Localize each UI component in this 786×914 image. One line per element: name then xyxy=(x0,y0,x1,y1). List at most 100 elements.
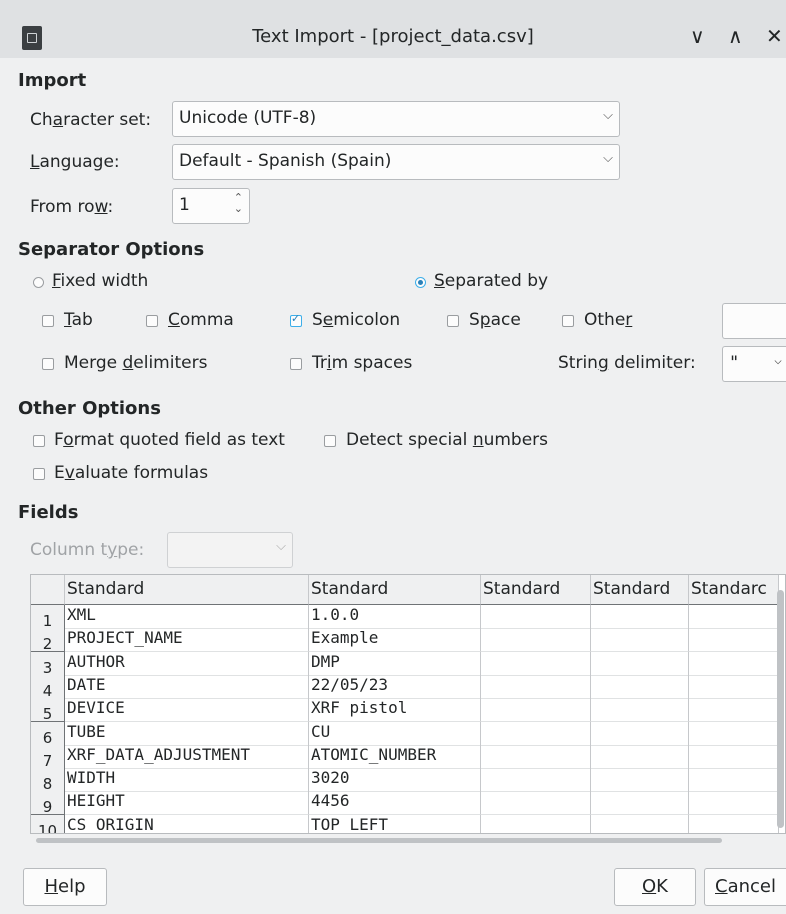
grid-cell[interactable] xyxy=(591,768,689,793)
grid-cell[interactable] xyxy=(689,651,779,676)
grid-cell[interactable] xyxy=(689,628,779,653)
column-header[interactable]: Standard xyxy=(591,575,689,605)
grid-cell[interactable]: 4456 xyxy=(309,791,481,816)
row-number: 2 xyxy=(31,628,65,653)
grid-cell[interactable] xyxy=(481,628,591,653)
fixed-width-radio[interactable] xyxy=(33,277,44,288)
grid-cell[interactable] xyxy=(689,605,779,629)
grid-cell[interactable] xyxy=(591,651,689,676)
tab-label[interactable]: Tab xyxy=(64,310,93,330)
grid-cell[interactable] xyxy=(689,721,779,746)
grid-cell[interactable] xyxy=(689,744,779,769)
trim-label[interactable]: Trim spaces xyxy=(312,353,412,373)
separated-by-radio[interactable] xyxy=(415,277,426,288)
separated-by-label[interactable]: Separated by xyxy=(434,271,548,291)
ok-button[interactable]: OK xyxy=(614,868,696,906)
column-type-select[interactable]: ⌵ xyxy=(167,532,293,568)
grid-cell[interactable] xyxy=(591,674,689,699)
grid-cell[interactable]: 3020 xyxy=(309,768,481,793)
evaluate-checkbox[interactable] xyxy=(33,468,45,480)
evaluate-label[interactable]: Evaluate formulas xyxy=(54,463,208,483)
string-delimiter-select[interactable]: " ⌵ xyxy=(722,346,786,382)
column-header[interactable]: Standard xyxy=(65,575,309,605)
semicolon-label[interactable]: Semicolon xyxy=(312,310,400,330)
minimize-icon[interactable]: ∨ xyxy=(690,24,705,48)
grid-cell[interactable]: 1.0.0 xyxy=(309,605,481,629)
grid-cell[interactable] xyxy=(689,814,779,833)
vertical-scrollbar[interactable] xyxy=(776,586,786,830)
close-icon[interactable]: ✕ xyxy=(766,24,783,48)
grid-cell[interactable] xyxy=(481,605,591,629)
grid-cell[interactable] xyxy=(689,674,779,699)
help-button[interactable]: Help xyxy=(23,868,107,906)
other-checkbox[interactable] xyxy=(562,315,574,327)
format-quoted-label[interactable]: Format quoted field as text xyxy=(54,430,285,450)
grid-cell[interactable]: DMP xyxy=(309,651,481,676)
grid-cell[interactable] xyxy=(481,698,591,723)
grid-cell[interactable] xyxy=(481,768,591,793)
merge-checkbox[interactable] xyxy=(42,358,54,370)
other-input[interactable] xyxy=(722,303,786,339)
grid-cell[interactable] xyxy=(689,768,779,793)
scroll-thumb[interactable] xyxy=(777,590,784,828)
space-label[interactable]: Space xyxy=(469,310,521,330)
fromrow-spinbox[interactable]: 1 ⌃ ⌄ xyxy=(172,188,250,224)
grid-cell[interactable] xyxy=(689,791,779,816)
grid-cell[interactable] xyxy=(481,744,591,769)
grid-cell[interactable]: ATOMIC_NUMBER xyxy=(309,744,481,769)
grid-cell[interactable] xyxy=(481,791,591,816)
other-label[interactable]: Other xyxy=(584,310,632,330)
charset-select[interactable]: Unicode (UTF-8) ⌵ xyxy=(172,101,620,137)
column-header[interactable]: Standarc xyxy=(689,575,779,605)
horizontal-scrollbar[interactable] xyxy=(36,836,776,846)
scroll-thumb[interactable] xyxy=(36,838,722,843)
grid-cell[interactable] xyxy=(481,674,591,699)
trim-checkbox[interactable] xyxy=(290,358,302,370)
grid-cell[interactable]: CS_ORIGIN xyxy=(65,814,309,833)
grid-cell[interactable] xyxy=(591,744,689,769)
grid-cell[interactable]: WIDTH xyxy=(65,768,309,793)
grid-cell[interactable]: HEIGHT xyxy=(65,791,309,816)
grid-cell[interactable]: DEVICE xyxy=(65,698,309,723)
grid-cell[interactable] xyxy=(481,814,591,833)
grid-cell[interactable]: 22/05/23 xyxy=(309,674,481,699)
grid-cell[interactable] xyxy=(591,791,689,816)
maximize-icon[interactable]: ∧ xyxy=(728,24,743,48)
grid-cell[interactable]: XRF_DATA_ADJUSTMENT xyxy=(65,744,309,769)
grid-cell[interactable] xyxy=(481,721,591,746)
grid-cell[interactable] xyxy=(689,698,779,723)
semicolon-checkbox[interactable] xyxy=(290,312,302,327)
comma-label[interactable]: Comma xyxy=(168,310,234,330)
grid-cell[interactable]: CU xyxy=(309,721,481,746)
grid-cell[interactable]: XML xyxy=(65,605,309,629)
grid-cell[interactable] xyxy=(591,628,689,653)
fixed-width-label[interactable]: Fixed width xyxy=(52,271,148,291)
grid-cell[interactable]: Example xyxy=(309,628,481,653)
grid-cell[interactable]: TOP_LEFT xyxy=(309,814,481,833)
comma-checkbox[interactable] xyxy=(146,315,158,327)
grid-cell[interactable]: TUBE xyxy=(65,721,309,746)
spin-arrows-icon[interactable]: ⌃ ⌄ xyxy=(234,192,243,214)
tab-checkbox[interactable] xyxy=(42,315,54,327)
grid-cell[interactable]: DATE xyxy=(65,674,309,699)
merge-label[interactable]: Merge delimiters xyxy=(64,353,207,373)
grid-cell[interactable] xyxy=(591,721,689,746)
column-header[interactable]: Standard xyxy=(481,575,591,605)
grid-cell[interactable] xyxy=(591,605,689,629)
space-checkbox[interactable] xyxy=(447,315,459,327)
grid-cell[interactable] xyxy=(481,651,591,676)
format-quoted-checkbox[interactable] xyxy=(33,435,45,447)
grid-cell[interactable]: PROJECT_NAME xyxy=(65,628,309,653)
fields-preview-grid[interactable]: Standard Standard Standard Standard Standarc… xyxy=(30,574,786,834)
column-header[interactable]: Standard xyxy=(309,575,481,605)
cancel-button[interactable]: Cancel xyxy=(704,868,786,906)
grid-cell[interactable]: XRF pistol xyxy=(309,698,481,723)
chevron-down-icon: ⌵ xyxy=(774,353,782,368)
language-select[interactable]: Default - Spanish (Spain) ⌵ xyxy=(172,144,620,180)
grid-cell[interactable]: AUTHOR xyxy=(65,651,309,676)
grid-cell[interactable] xyxy=(591,698,689,723)
language-label: Language: xyxy=(30,152,120,172)
detect-special-label[interactable]: Detect special numbers xyxy=(346,430,548,450)
grid-cell[interactable] xyxy=(591,814,689,833)
detect-special-checkbox[interactable] xyxy=(324,435,336,447)
